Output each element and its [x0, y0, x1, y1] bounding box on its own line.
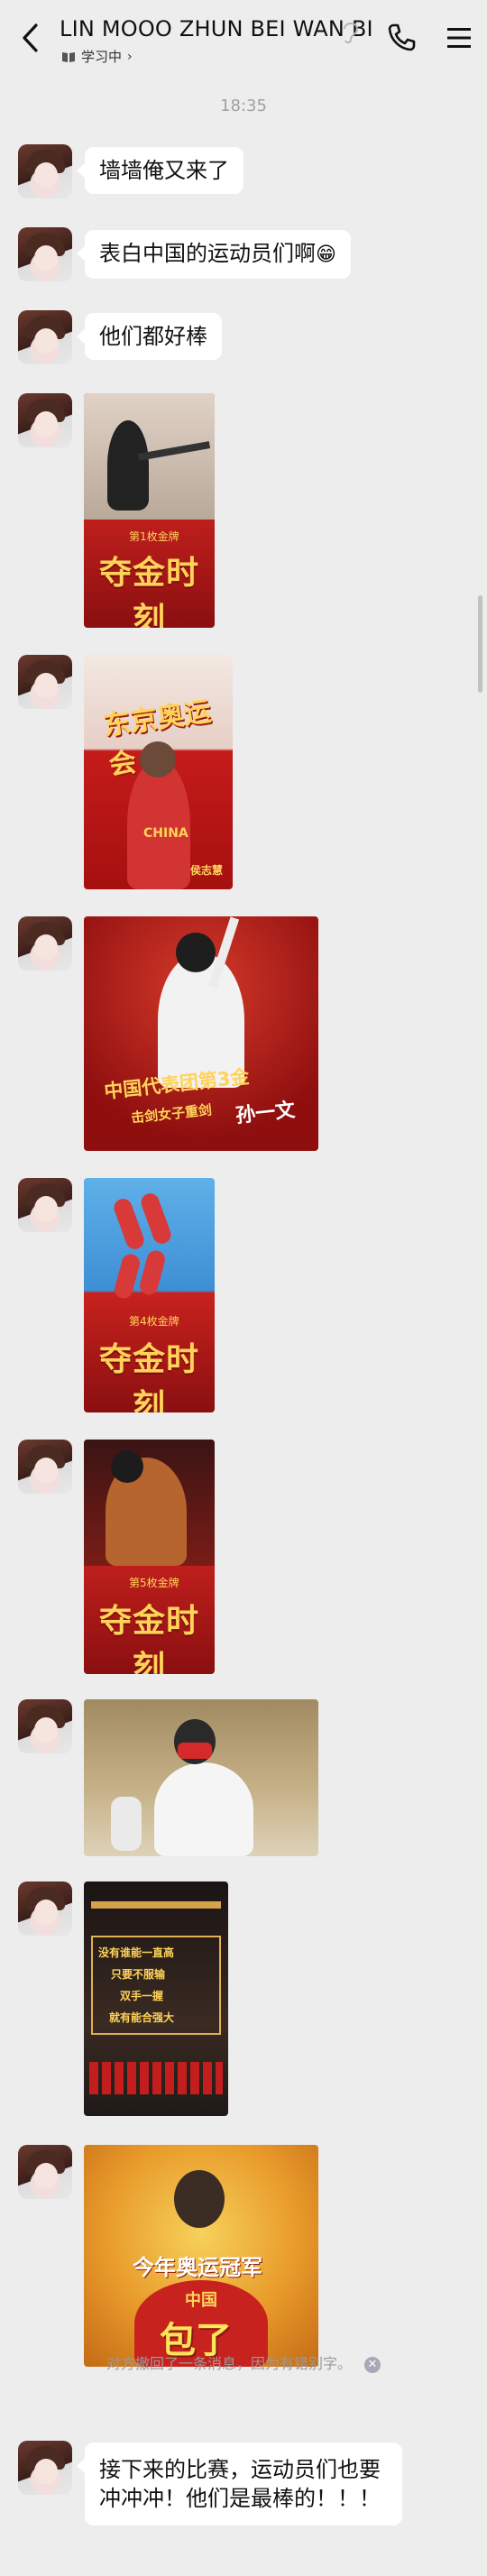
avatar[interactable] [18, 655, 72, 709]
ear-icon [344, 23, 359, 44]
avatar[interactable] [18, 1178, 72, 1232]
avatar[interactable] [18, 144, 72, 198]
message-timestamp: 18:35 [220, 97, 267, 115]
message-image[interactable]: 东京奥运会 CHINA 侯志慧 [84, 655, 233, 889]
message-image[interactable]: 中国代表团第3金 击剑女子重剑 孙一文 [84, 916, 318, 1151]
recall-text: 对方撤回了一条消息，因为有错别字。 [106, 2355, 352, 2372]
image-badge: 第5枚金牌 [129, 1577, 179, 1589]
avatar[interactable] [18, 310, 72, 364]
scrollbar[interactable] [478, 595, 482, 693]
message-bubble[interactable]: 表白中国的运动员们啊😁 [77, 230, 351, 279]
image-subcaption: 中国 [185, 2291, 217, 2310]
avatar[interactable] [18, 1699, 72, 1753]
image-badge: 第4枚金牌 [129, 1315, 179, 1328]
chat-header: LIN MOOO ZHUN BEI WAN BI 学习中 › [0, 0, 487, 78]
image-caption: 夺金时刻 [98, 1340, 199, 1412]
image-caption: 今年奥运冠军 [133, 2255, 262, 2280]
avatar[interactable] [18, 2441, 72, 2495]
chevron-right-icon: › [127, 49, 133, 64]
menu-icon[interactable] [447, 27, 471, 49]
image-caption: 夺金时刻 [98, 1602, 199, 1674]
close-icon[interactable]: ✕ [364, 2356, 381, 2373]
avatar[interactable] [18, 393, 72, 447]
avatar[interactable] [18, 916, 72, 971]
chat-status: 学习中 › [61, 47, 133, 66]
message-image[interactable]: 第4枚金牌 夺金时刻 [84, 1178, 215, 1412]
recall-notice: 对方撤回了一条消息，因为有错别字。 ✕ [0, 2351, 487, 2373]
message-image[interactable]: 没有谁能一直高 只要不服输 双手一握 就有能合强大 [84, 1881, 228, 2116]
back-icon[interactable] [20, 22, 41, 54]
message-bubble[interactable]: 他们都好棒 [77, 313, 222, 360]
avatar[interactable] [18, 1440, 72, 1494]
chat-title[interactable]: LIN MOOO ZHUN BEI WAN BI [60, 16, 373, 41]
message-text: 表白中国的运动员们啊 [99, 241, 316, 266]
image-badge: CHINA [143, 826, 188, 841]
message-image[interactable]: 第5枚金牌 夺金时刻 [84, 1440, 215, 1674]
message-bubble[interactable]: 接下来的比赛，运动员们也要冲冲冲！他们是最棒的！！！ [77, 2443, 402, 2525]
book-icon [62, 51, 75, 62]
message-bubble[interactable]: 墙墙俺又来了 [77, 147, 244, 194]
poster-line-1: 没有谁能一直高 [98, 1946, 175, 1959]
image-subcaption: 击剑女子重剑 [130, 1101, 213, 1127]
phone-icon[interactable] [386, 22, 417, 52]
grin-emoji: 😁 [316, 244, 336, 266]
image-caption: 夺金时刻 [98, 554, 199, 628]
image-badge: 第1枚金牌 [129, 530, 179, 543]
status-text: 学习中 [81, 49, 123, 65]
avatar[interactable] [18, 227, 72, 281]
poster-line-2: 只要不服输 [111, 1968, 166, 1981]
avatar[interactable] [18, 2145, 72, 2199]
poster-line-4: 就有能合强大 [109, 2011, 175, 2024]
athlete-name: 侯志慧 [190, 864, 224, 877]
message-image[interactable]: 今年奥运冠军 中国 包了 [84, 2145, 318, 2367]
message-image[interactable] [84, 1699, 318, 1856]
poster-line-3: 双手一握 [120, 1990, 164, 2002]
message-image[interactable]: 第1枚金牌 夺金时刻 [84, 393, 215, 628]
avatar[interactable] [18, 1881, 72, 1936]
athlete-name: 孙一文 [234, 1099, 297, 1128]
